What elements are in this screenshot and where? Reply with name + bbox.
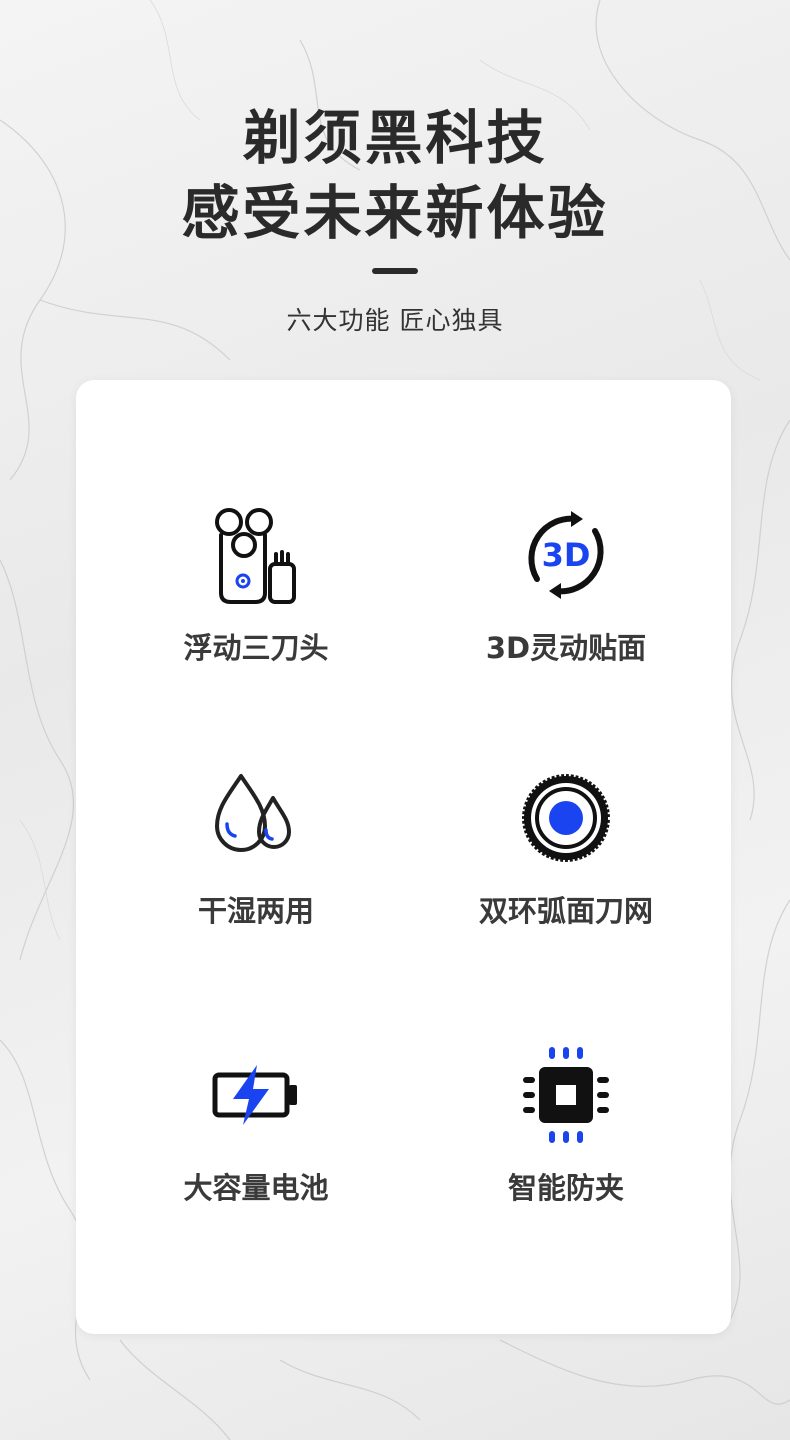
subtitle: 六大功能 匠心独具 <box>286 306 504 335</box>
feature-label: 浮动三刀头 <box>183 631 329 665</box>
battery-charge-icon <box>211 1045 301 1145</box>
features-card: 浮动三刀头 3D 3D灵动贴面 干湿两用 双环弧面刀网 大容量电池 智能防夹 <box>76 380 731 1334</box>
smart-chip-icon <box>521 1045 611 1145</box>
feature-label: 干湿两用 <box>197 894 314 928</box>
feature-label: 双环弧面刀网 <box>478 894 653 928</box>
triple-head-shaver-icon <box>211 505 301 605</box>
feature-label: 智能防夹 <box>507 1171 624 1205</box>
dual-ring-blade-net-icon <box>521 768 611 868</box>
feature-label: 3D灵动贴面 <box>485 631 647 665</box>
title-divider <box>372 268 418 274</box>
3d-rotate-icon: 3D <box>521 505 611 605</box>
feature-label: 大容量电池 <box>183 1171 329 1205</box>
headline-line-1: 剃须黑科技 <box>242 104 548 172</box>
3d-icon-text: 3D <box>542 536 591 574</box>
water-drops-icon <box>211 768 301 868</box>
headline-line-2: 感受未来新体验 <box>181 179 609 247</box>
